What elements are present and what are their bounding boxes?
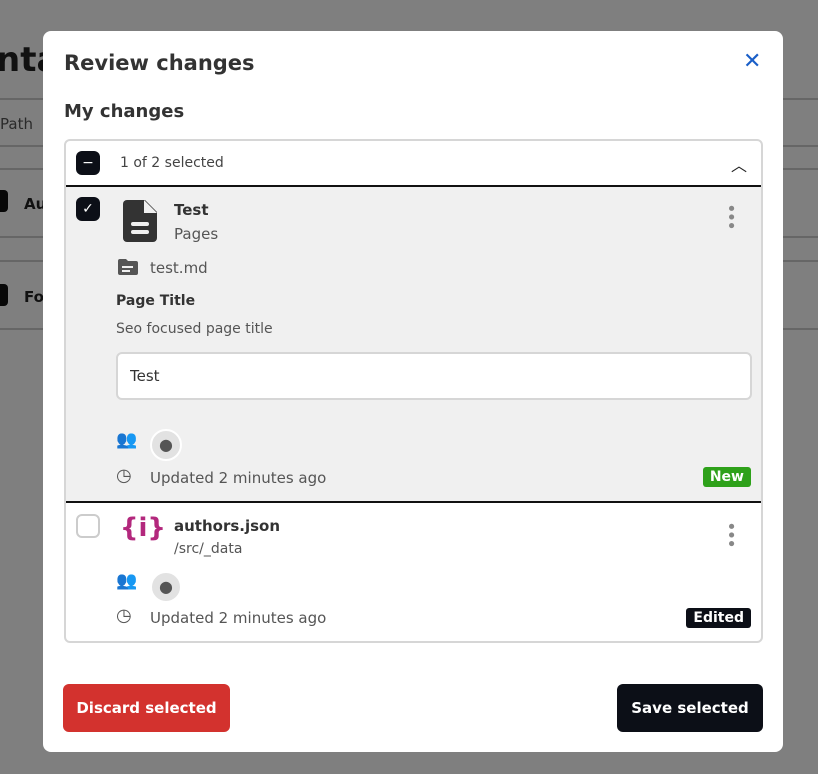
field-label: Page Title — [116, 293, 196, 309]
save-selected-button[interactable]: Save selected — [617, 684, 763, 732]
page-title-input[interactable] — [116, 352, 752, 400]
updated-time: Updated 2 minutes ago — [150, 609, 327, 627]
list-item: {i} authors.json /src/_data ••• 👥 ● ◷ Up… — [66, 503, 761, 641]
item-name: authors.json — [174, 517, 281, 535]
clock-icon: ◷ — [116, 605, 132, 626]
more-options-icon[interactable]: ••• — [720, 521, 741, 547]
chevron-up-icon[interactable]: ︿ — [731, 152, 747, 176]
clock-icon: ◷ — [116, 465, 132, 486]
item-checkbox[interactable]: ✓ — [76, 197, 100, 221]
json-icon: {i} — [120, 513, 166, 543]
dialog-title: Review changes — [64, 51, 255, 75]
item-checkbox[interactable] — [76, 514, 100, 538]
folder-icon — [118, 259, 138, 275]
field-hint: Seo focused page title — [116, 321, 273, 337]
select-all-checkbox[interactable]: − — [76, 151, 100, 175]
close-icon[interactable]: ✕ — [743, 49, 761, 74]
file-icon — [123, 200, 157, 242]
more-options-icon[interactable]: ••• — [720, 203, 741, 229]
status-badge: Edited — [686, 608, 751, 628]
item-path: /src/_data — [174, 541, 243, 557]
avatar: ● — [150, 429, 182, 461]
item-file: test.md — [150, 259, 208, 277]
list-header[interactable]: − 1 of 2 selected ︿ — [66, 141, 761, 187]
item-collection: Pages — [174, 225, 219, 243]
review-changes-dialog: Review changes ✕ My changes − 1 of 2 sel… — [43, 31, 783, 752]
discard-selected-button[interactable]: Discard selected — [63, 684, 230, 732]
changes-list: − 1 of 2 selected ︿ ✓ Test Pages ••• tes… — [64, 139, 763, 643]
selection-count: 1 of 2 selected — [120, 155, 224, 171]
avatar: ● — [150, 571, 182, 603]
users-icon: 👥 — [116, 430, 138, 450]
section-title: My changes — [64, 101, 185, 122]
updated-time: Updated 2 minutes ago — [150, 469, 327, 487]
users-icon: 👥 — [116, 571, 138, 591]
status-badge: New — [702, 467, 751, 487]
list-item: ✓ Test Pages ••• test.md Page Title Seo … — [66, 187, 761, 503]
item-name: Test — [174, 201, 209, 219]
